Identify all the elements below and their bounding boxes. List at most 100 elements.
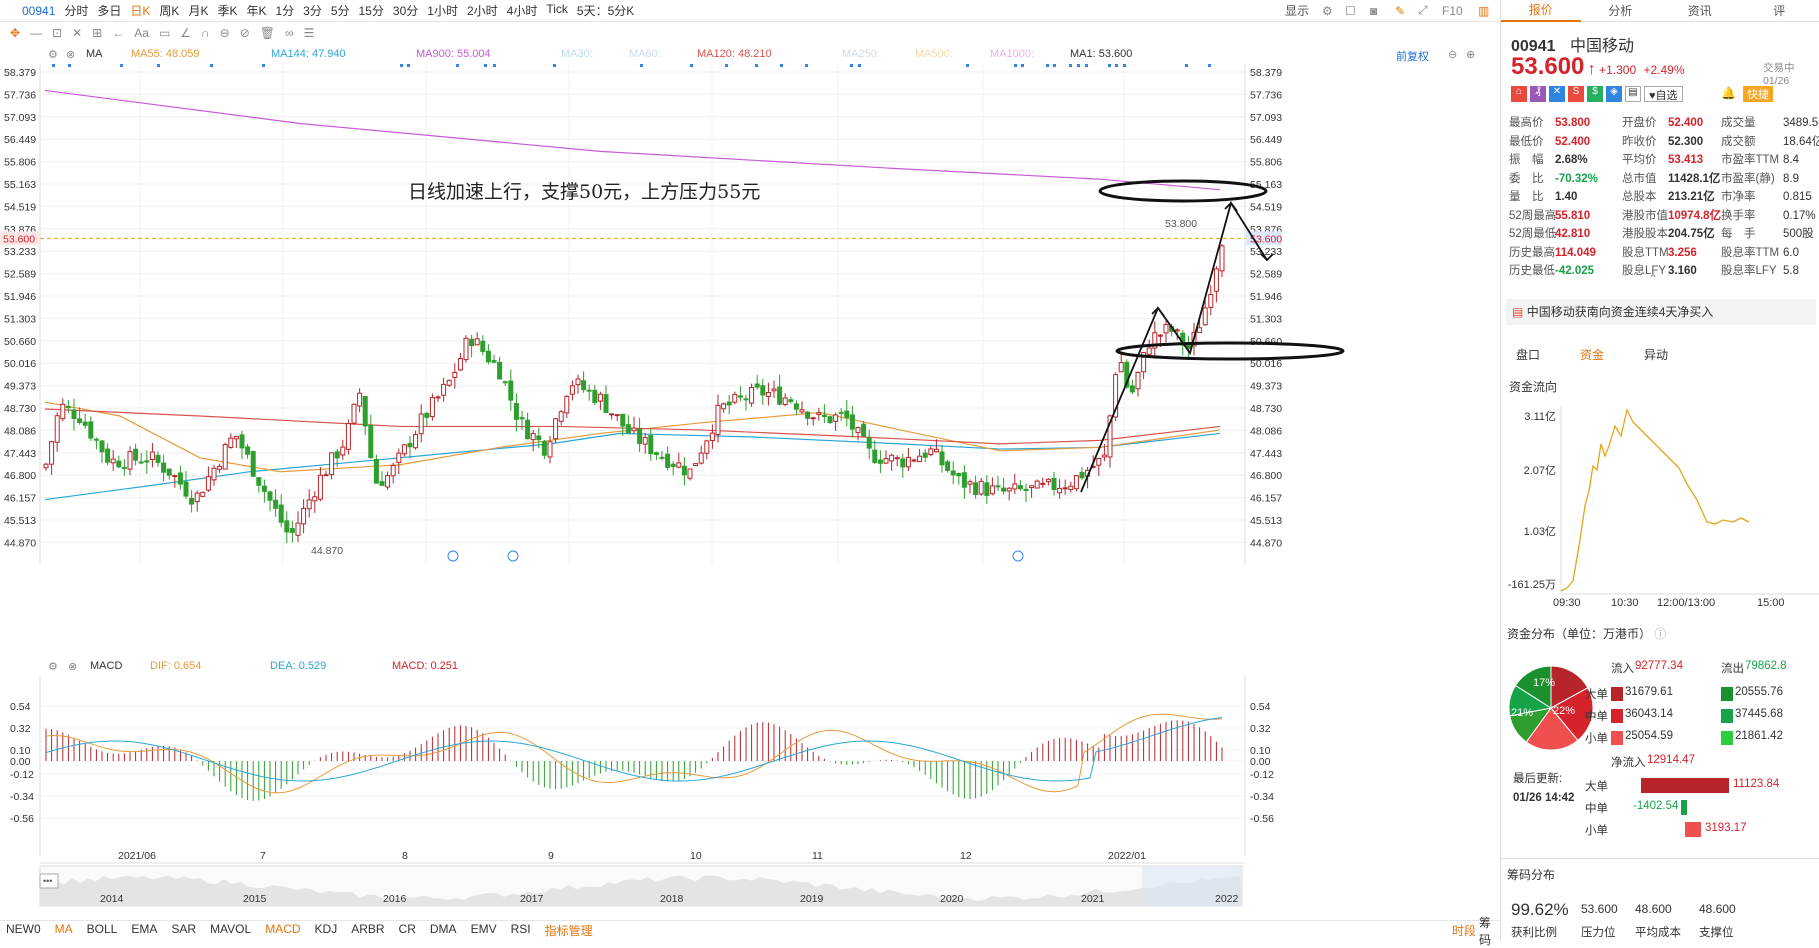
hk-icon[interactable]: ⌂: [1511, 86, 1527, 102]
square-icon[interactable]: ☐: [1345, 4, 1356, 18]
candle-body: [1046, 479, 1050, 481]
indicator-tab-0[interactable]: NEW0: [6, 922, 41, 939]
period-10[interactable]: 15分: [359, 2, 384, 19]
period-tab[interactable]: 时段: [1452, 922, 1476, 939]
tab-anomaly[interactable]: 异动: [1644, 346, 1668, 363]
doc-icon[interactable]: ▤: [1625, 86, 1641, 102]
stock-code[interactable]: 00941: [22, 4, 55, 18]
period-13[interactable]: 2小时: [467, 2, 498, 19]
flow-x-tick: 12:00/13:00: [1657, 597, 1715, 609]
indicator-tab-2[interactable]: BOLL: [87, 922, 118, 939]
kline-chart[interactable]: 58.37958.37957.73657.73657.09357.09356.4…: [0, 64, 1500, 654]
hide-icon[interactable]: ⊘: [240, 26, 250, 40]
period-1[interactable]: 多日: [97, 2, 121, 19]
quote-label: 平均价: [1622, 151, 1657, 170]
magnet-icon[interactable]: ∩: [201, 26, 210, 40]
period-12[interactable]: 1小时: [427, 2, 458, 19]
link-icon[interactable]: ∞: [285, 26, 294, 40]
period-11[interactable]: 30分: [393, 2, 418, 19]
tab-analysis[interactable]: 分析: [1581, 2, 1661, 19]
indicator-tab-9[interactable]: CR: [399, 922, 416, 939]
plus-icon[interactable]: ⊕: [1466, 48, 1475, 61]
candle-body: [195, 493, 199, 501]
period-15[interactable]: Tick: [546, 2, 568, 19]
indicator-tab-13[interactable]: 指标管理: [545, 922, 593, 939]
collapse-icon[interactable]: ⌃: [1648, 272, 1658, 286]
ruler-icon[interactable]: ∠: [180, 26, 191, 40]
fork-icon[interactable]: ✕: [72, 26, 82, 40]
s-icon[interactable]: S: [1568, 86, 1584, 102]
period-7[interactable]: 1分: [275, 2, 294, 19]
period-16[interactable]: 5天：5分K: [577, 2, 634, 19]
arrow-left-icon[interactable]: ←: [112, 26, 124, 40]
candle-body: [44, 464, 48, 468]
dollar-icon[interactable]: $: [1587, 86, 1603, 102]
signal-dot: [755, 64, 758, 67]
close-icon[interactable]: ⊗: [66, 48, 75, 61]
tag-icon[interactable]: ◈: [1606, 86, 1622, 102]
level-icon[interactable]: ⊞: [92, 26, 102, 40]
text-icon[interactable]: Aa: [134, 26, 149, 40]
panel-icon[interactable]: ▥: [1478, 4, 1489, 18]
indicator-tab-4[interactable]: SAR: [171, 922, 196, 939]
period-2[interactable]: 日K: [130, 2, 150, 19]
lock-icon[interactable]: ⊖: [220, 26, 230, 40]
candle-body: [817, 413, 821, 415]
period-6[interactable]: 年K: [246, 2, 266, 19]
period-4[interactable]: 月K: [188, 2, 208, 19]
signal-dot: [1185, 64, 1188, 67]
gear-icon[interactable]: ⚙: [1322, 4, 1333, 18]
macd-label[interactable]: MACD: [90, 660, 122, 672]
indicator-tab-11[interactable]: EMV: [471, 922, 497, 939]
indicator-tab-3[interactable]: EMA: [131, 922, 157, 939]
indicator-tab-1[interactable]: MA: [55, 922, 73, 939]
comment-icon[interactable]: ▭: [159, 26, 170, 40]
period-9[interactable]: 5分: [331, 2, 350, 19]
expand-icon[interactable]: ⤢: [1418, 3, 1428, 18]
tab-quote[interactable]: 报价: [1501, 0, 1581, 22]
add-favorite-button[interactable]: ♥自选: [1644, 86, 1683, 102]
stock-connect-icon[interactable]: ₰: [1530, 86, 1546, 102]
bell-icon[interactable]: 🔔: [1721, 86, 1736, 100]
tab-orderbook[interactable]: 盘口: [1516, 346, 1540, 363]
indicator-tab-12[interactable]: RSI: [511, 922, 531, 939]
arrow-head: [1152, 308, 1164, 316]
indicator-tab-10[interactable]: DMA: [430, 922, 457, 939]
settings-icon[interactable]: ⚙: [48, 660, 58, 673]
settings-icon[interactable]: ⚙: [48, 48, 58, 61]
quick-trade-button[interactable]: 快捷: [1743, 86, 1773, 102]
adjust-button[interactable]: 前复权: [1396, 48, 1429, 64]
period-8[interactable]: 3分: [303, 2, 322, 19]
chip-tab[interactable]: 筹码: [1479, 914, 1500, 948]
camera-icon[interactable]: ◙: [1370, 4, 1377, 18]
exchange-icon[interactable]: ✕: [1549, 86, 1565, 102]
list-icon[interactable]: ☰: [304, 26, 315, 40]
f10-button[interactable]: F10: [1442, 4, 1463, 18]
tab-review[interactable]: 评: [1740, 2, 1819, 19]
net-total: 12914.47: [1647, 754, 1695, 766]
indicator-tab-8[interactable]: ARBR: [351, 922, 384, 939]
indicator-tab-7[interactable]: KDJ: [315, 922, 338, 939]
crosshair-icon[interactable]: ✥: [10, 26, 20, 40]
minus-icon[interactable]: ⊖: [1448, 48, 1457, 61]
tab-news[interactable]: 资讯: [1660, 2, 1740, 19]
period-14[interactable]: 4小时: [507, 2, 538, 19]
help-icon[interactable]: ⓘ: [1654, 627, 1666, 641]
display-menu[interactable]: 显示: [1285, 2, 1309, 19]
macd-chart[interactable]: 0.540.540.320.320.100.100.000.00-0.12-0.…: [0, 676, 1500, 920]
indicator-tab-6[interactable]: MACD: [265, 922, 300, 939]
ma-label[interactable]: MA: [86, 48, 103, 60]
period-0[interactable]: 分时: [64, 2, 88, 19]
pencil-icon[interactable]: ✎: [1395, 4, 1405, 18]
rect-icon[interactable]: ⊡: [52, 26, 62, 40]
trash-icon[interactable]: 🗑: [260, 26, 275, 40]
news-banner[interactable]: ▤ 中国移动获南向资金连续4天净买入: [1506, 299, 1816, 325]
quote-label: 总股本: [1622, 188, 1657, 207]
tab-capital[interactable]: 资金: [1580, 346, 1604, 363]
candle-body: [901, 459, 905, 467]
close-icon[interactable]: ⊗: [68, 660, 77, 673]
period-3[interactable]: 周K: [159, 2, 179, 19]
line-icon[interactable]: —: [30, 26, 42, 40]
indicator-tab-5[interactable]: MAVOL: [210, 922, 251, 939]
period-5[interactable]: 季K: [217, 2, 237, 19]
